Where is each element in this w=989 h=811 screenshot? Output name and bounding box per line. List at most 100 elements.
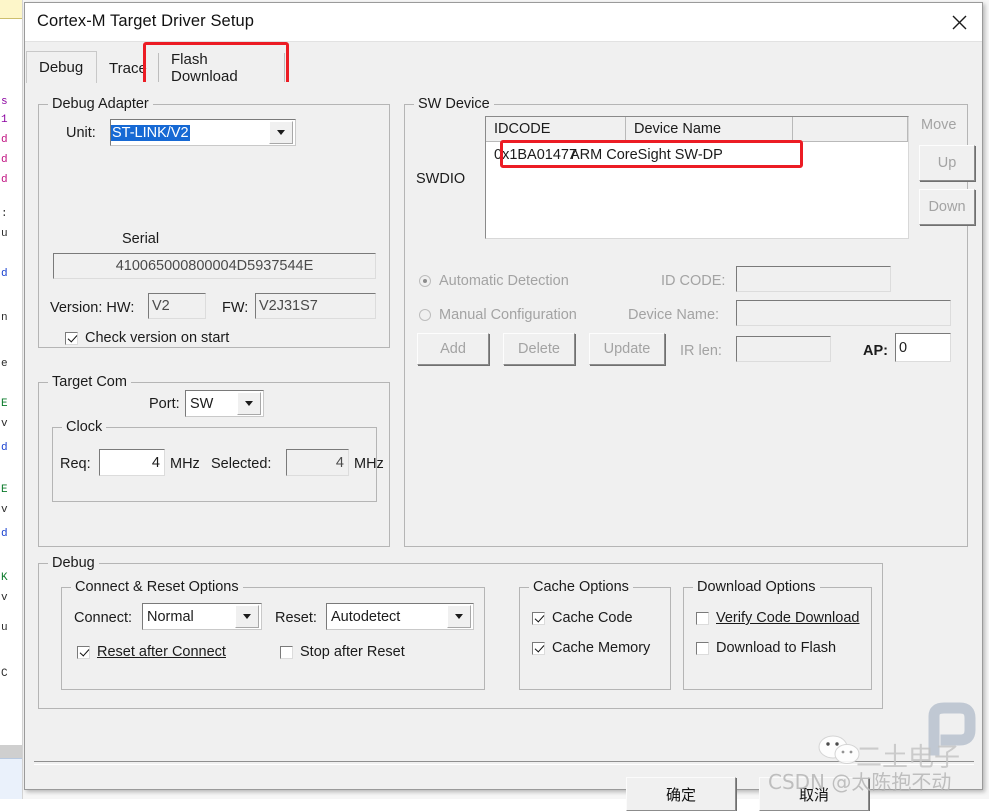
chevron-down-icon[interactable] bbox=[447, 605, 471, 628]
editor-code-fragment: d bbox=[1, 528, 8, 540]
editor-code-fragment: d bbox=[1, 268, 8, 280]
editor-code-fragment: u bbox=[1, 622, 8, 634]
fw-label: FW: bbox=[222, 300, 249, 316]
move-label: Move bbox=[921, 117, 957, 133]
manual-configuration-radio[interactable]: Manual Configuration bbox=[419, 307, 577, 323]
ir-len-input[interactable] bbox=[736, 336, 831, 362]
tab-debug[interactable]: Debug bbox=[26, 51, 97, 83]
reset-after-connect-label: Reset after Connect bbox=[97, 644, 226, 660]
close-icon[interactable] bbox=[936, 3, 982, 41]
req-clock-input[interactable]: 4 bbox=[99, 449, 165, 476]
ap-input[interactable]: 0 bbox=[895, 333, 951, 362]
device-name-label: Device Name: bbox=[628, 307, 720, 323]
req-label: Req: bbox=[60, 456, 91, 472]
unit-label: Unit: bbox=[66, 125, 96, 141]
group-connect-reset-options-label: Connect & Reset Options bbox=[71, 579, 243, 595]
group-debug-adapter-label: Debug Adapter bbox=[48, 96, 153, 112]
editor-code-fragment: d bbox=[1, 174, 8, 186]
swdio-label: SWDIO bbox=[416, 171, 466, 187]
radio-circle bbox=[419, 275, 431, 287]
move-up-button[interactable]: Up bbox=[919, 145, 975, 181]
group-download-options-label: Download Options bbox=[693, 579, 820, 595]
editor-code-fragment: v bbox=[1, 592, 8, 604]
editor-code-fragment: n bbox=[1, 312, 8, 324]
download-to-flash-checkbox[interactable]: Download to Flash bbox=[696, 640, 836, 656]
automatic-detection-label: Automatic Detection bbox=[439, 273, 569, 289]
connect-label: Connect: bbox=[74, 610, 133, 626]
port-label: Port: bbox=[149, 396, 180, 412]
debug-tab-page: Debug Adapter Unit: ST-LINK/V2 Serial 41… bbox=[26, 82, 981, 782]
editor-code-fragment: E bbox=[1, 398, 8, 410]
update-button[interactable]: Update bbox=[589, 333, 665, 365]
reset-after-connect-checkbox[interactable]: Reset after Connect bbox=[77, 644, 226, 660]
reset-combobox[interactable]: Autodetect bbox=[326, 603, 474, 630]
connect-combobox[interactable]: Normal bbox=[142, 603, 262, 630]
serial-value: 410065000800004D5937544E bbox=[53, 253, 376, 279]
chevron-down-icon[interactable] bbox=[269, 121, 293, 144]
delete-button[interactable]: Delete bbox=[503, 333, 575, 365]
checkbox-box bbox=[696, 611, 709, 625]
cancel-button[interactable]: 取消 bbox=[759, 777, 869, 811]
tab-debug-label: Debug bbox=[39, 59, 84, 76]
cache-memory-checkbox[interactable]: Cache Memory bbox=[532, 640, 650, 656]
selected-clock-value: 4 bbox=[286, 449, 349, 476]
cache-code-checkbox[interactable]: Cache Code bbox=[532, 610, 633, 626]
reset-value: Autodetect bbox=[331, 608, 401, 625]
table-row[interactable]: 0x1BA01477 ARM CoreSight SW-DP bbox=[486, 142, 723, 167]
verify-code-download-label: Verify Code Download bbox=[716, 610, 860, 626]
checkbox-box bbox=[65, 331, 78, 345]
editor-code-fragment: d bbox=[1, 134, 8, 146]
group-cache-options: Cache Options Cache Code Cache Memory bbox=[519, 579, 671, 690]
add-button[interactable]: Add bbox=[417, 333, 489, 365]
editor-code-fragment: v bbox=[1, 418, 8, 430]
chevron-down-icon[interactable] bbox=[237, 392, 261, 415]
unit-combobox[interactable]: ST-LINK/V2 bbox=[110, 119, 296, 146]
ap-label: AP: bbox=[863, 343, 888, 359]
connect-value: Normal bbox=[147, 608, 194, 625]
editor-code-fragment: E bbox=[1, 484, 8, 496]
tab-trace[interactable]: Trace bbox=[96, 53, 159, 83]
footer-separator bbox=[34, 761, 974, 765]
id-code-input[interactable] bbox=[736, 266, 891, 292]
cache-memory-label: Cache Memory bbox=[552, 640, 651, 656]
editor-code-fragment: 1 bbox=[1, 114, 8, 126]
editor-scrollbar[interactable] bbox=[0, 745, 22, 759]
automatic-detection-radio[interactable]: Automatic Detection bbox=[419, 273, 569, 289]
group-target-com-label: Target Com bbox=[48, 374, 131, 390]
column-header-extra[interactable] bbox=[793, 117, 908, 142]
version-hw-label: Version: HW: bbox=[50, 300, 135, 316]
group-clock: Clock Req: 4 MHz Selected: 4 MHz bbox=[52, 419, 384, 502]
checkbox-box bbox=[532, 641, 545, 655]
stop-after-reset-checkbox[interactable]: Stop after Reset bbox=[280, 644, 405, 660]
column-header-device-name[interactable]: Device Name bbox=[626, 117, 793, 142]
selected-unit-label: MHz bbox=[354, 456, 384, 472]
group-connect-reset-options: Connect & Reset Options Connect: Normal … bbox=[61, 579, 485, 690]
req-unit-label: MHz bbox=[170, 456, 200, 472]
stop-after-reset-label: Stop after Reset bbox=[300, 644, 405, 660]
fw-version-value: V2J31S7 bbox=[255, 293, 376, 319]
checkbox-box bbox=[532, 611, 545, 625]
reset-label: Reset: bbox=[275, 610, 317, 626]
group-target-com: Target Com Port: SW Clock Req: 4 MHz Sel… bbox=[38, 374, 390, 547]
group-debug-adapter: Debug Adapter Unit: ST-LINK/V2 Serial 41… bbox=[38, 96, 390, 348]
unit-value: ST-LINK/V2 bbox=[111, 124, 190, 141]
chevron-down-icon[interactable] bbox=[235, 605, 259, 628]
ok-button[interactable]: 确定 bbox=[626, 777, 736, 811]
verify-code-download-checkbox[interactable]: Verify Code Download bbox=[696, 610, 859, 626]
editor-code-fragment: s bbox=[1, 96, 8, 108]
editor-code-fragment: e bbox=[1, 358, 8, 370]
check-version-on-start-checkbox[interactable]: Check version on start bbox=[65, 330, 229, 346]
port-combobox[interactable]: SW bbox=[185, 390, 264, 417]
editor-code-fragment: K bbox=[1, 572, 8, 584]
column-header-idcode[interactable]: IDCODE bbox=[486, 117, 626, 142]
sw-device-listbox[interactable]: IDCODE Device Name 0x1BA01477 ARM CoreSi… bbox=[485, 116, 909, 239]
group-debug: Debug Connect & Reset Options Connect: N… bbox=[38, 555, 883, 709]
id-code-label: ID CODE: bbox=[661, 273, 726, 289]
serial-label: Serial bbox=[122, 231, 160, 247]
title-bar: Cortex-M Target Driver Setup bbox=[25, 3, 982, 41]
move-down-button[interactable]: Down bbox=[919, 189, 975, 225]
tab-flash-download[interactable]: Flash Download bbox=[158, 51, 285, 85]
background-editor-strip: s1ddd:udneEvdEvdKvuC bbox=[0, 0, 23, 799]
device-name-input[interactable] bbox=[736, 300, 951, 326]
editor-tab-bar bbox=[0, 0, 22, 19]
